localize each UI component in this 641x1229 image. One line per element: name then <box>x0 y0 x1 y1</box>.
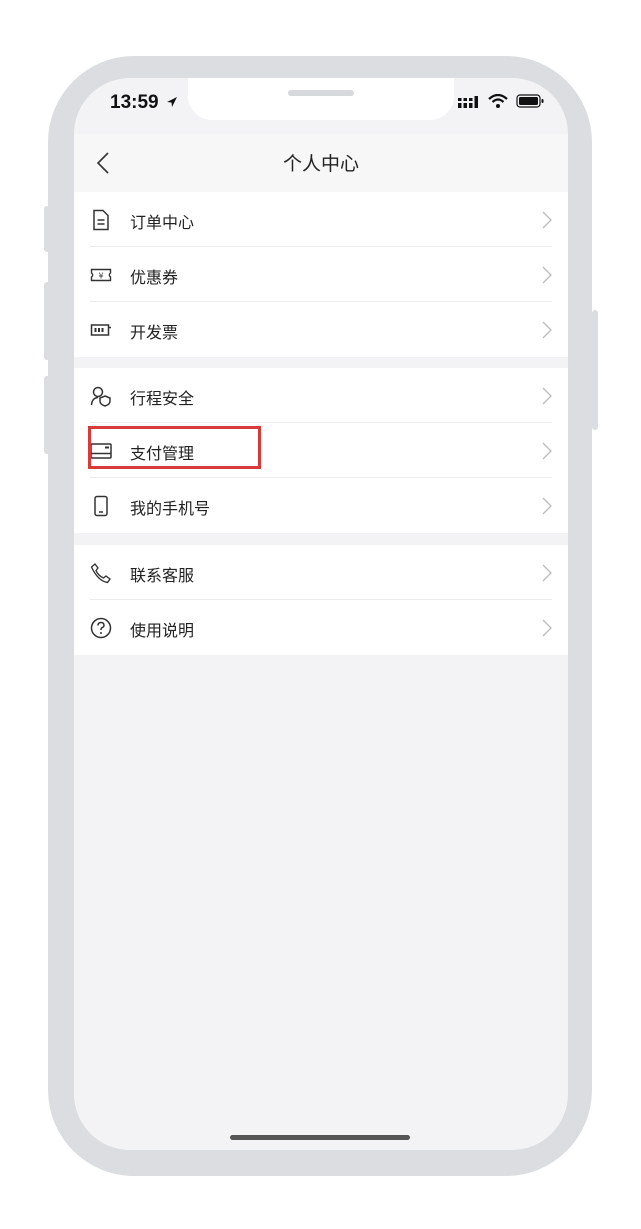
menu-item-orders[interactable]: 订单中心 <box>74 192 568 247</box>
menu-item-label: 优惠券 <box>130 268 179 287</box>
status-time: 13:59 <box>110 92 178 114</box>
menu-item-label: 使用说明 <box>130 621 195 640</box>
chevron-right-icon <box>542 321 552 339</box>
power-button <box>592 310 598 430</box>
menu-item-label: 我的手机号 <box>130 499 211 518</box>
chevron-right-icon <box>542 497 552 515</box>
volume-down-button <box>44 376 50 454</box>
help-icon <box>90 617 112 639</box>
chevron-right-icon <box>542 442 552 460</box>
page-title: 个人中心 <box>282 153 359 175</box>
home-indicator <box>230 1135 410 1140</box>
card-icon <box>90 443 112 459</box>
menu-group-orders: 订单中心 ¥ 优惠券 开发票 <box>74 192 568 357</box>
headset-phone-icon <box>90 563 111 584</box>
menu-item-payment[interactable]: 支付管理 <box>74 423 568 478</box>
menu-item-customer-service[interactable]: 联系客服 <box>74 545 568 600</box>
silent-switch <box>44 206 50 252</box>
menu-item-label: 行程安全 <box>130 389 195 408</box>
chevron-right-icon <box>542 564 552 582</box>
navigation-bar: 个人中心 <box>74 134 568 192</box>
volume-up-button <box>44 282 50 360</box>
safety-icon <box>90 386 111 407</box>
menu-group-account: 行程安全 支付管理 我的手机号 <box>74 368 568 533</box>
chevron-right-icon <box>542 266 552 284</box>
menu-item-coupons[interactable]: ¥ 优惠券 <box>74 247 568 302</box>
wifi-icon <box>488 94 508 108</box>
menu-item-trip-safety[interactable]: 行程安全 <box>74 368 568 423</box>
phone-icon <box>94 495 108 517</box>
chevron-right-icon <box>542 619 552 637</box>
menu-item-label: 支付管理 <box>130 444 195 463</box>
menu-item-label: 联系客服 <box>130 566 195 585</box>
menu-item-instructions[interactable]: 使用说明 <box>74 600 568 655</box>
document-icon <box>93 209 109 231</box>
chevron-right-icon <box>542 387 552 405</box>
menu-item-label: 开发票 <box>130 323 179 342</box>
coupon-icon: ¥ <box>90 268 112 282</box>
menu-group-support: 联系客服 使用说明 <box>74 545 568 655</box>
screen: 13:59 个人中心 订单中心 ¥ 优惠券 开发票 行程安全 支付管理 我的手机… <box>74 78 568 1150</box>
svg-text:¥: ¥ <box>98 272 103 281</box>
location-arrow-icon <box>166 97 177 107</box>
menu-item-phone-number[interactable]: 我的手机号 <box>74 478 568 533</box>
menu-item-invoice[interactable]: 开发票 <box>74 302 568 357</box>
speaker <box>288 90 354 96</box>
status-time-text: 13:59 <box>110 92 159 113</box>
battery-icon <box>516 94 544 108</box>
signal-icon <box>458 96 478 108</box>
notch <box>188 78 454 120</box>
status-icons <box>458 94 544 108</box>
chevron-right-icon <box>542 211 552 229</box>
menu-item-label: 订单中心 <box>130 213 195 232</box>
invoice-icon <box>90 324 111 336</box>
